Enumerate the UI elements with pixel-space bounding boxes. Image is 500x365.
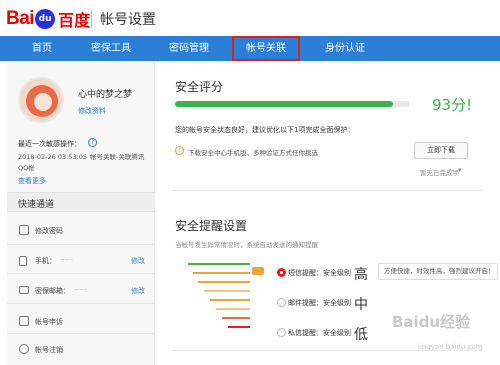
header-divider <box>91 10 92 28</box>
nav-item-security-tools[interactable]: 密保工具 <box>80 36 142 61</box>
security-progress-bar <box>175 101 409 107</box>
power-icon <box>19 344 29 354</box>
last-op-time: 2018-02-26 03:53:05 <box>18 153 88 161</box>
warning-icon: ! <box>175 146 184 155</box>
selected-level-marker <box>252 267 264 275</box>
section-divider <box>172 190 482 191</box>
quick-email-label: 密保邮箱： <box>35 287 70 295</box>
download-now-button[interactable]: 立即下载 <box>414 142 468 159</box>
page-title: 帐号设置 <box>100 12 156 28</box>
reminder-settings-subtitle: 当帐号发生异常情况时，系统自动发送的通知提醒 <box>175 241 318 249</box>
level-bar-line <box>198 281 250 283</box>
avatar[interactable] <box>18 77 64 123</box>
appeal-icon <box>19 316 29 326</box>
chevron-down-icon[interactable]: ▾ <box>458 166 462 174</box>
reminder-settings-title: 安全提醒设置 <box>175 219 248 233</box>
security-progress-fill <box>175 101 393 107</box>
quick-appeal[interactable]: 帐号申诉 <box>35 317 63 327</box>
email-reminder-radio[interactable] <box>277 298 286 307</box>
nav-item-home[interactable]: 首页 <box>12 36 72 61</box>
phone-edit-link[interactable]: 修改 <box>131 256 145 266</box>
sms-reminder-label: 短信提醒：安全级别 <box>288 269 351 277</box>
level-bar-line <box>193 272 250 274</box>
avatar-fox-face <box>34 93 52 111</box>
last-op-title: 最近一次敏感操作： <box>18 140 81 148</box>
email-reminder-label: 邮件提醒：安全级别 <box>288 299 351 307</box>
phone-icon <box>19 256 27 266</box>
paw-icon: du <box>35 9 56 29</box>
help-icon[interactable]: ? <box>88 138 97 147</box>
message-reminder-radio[interactable] <box>277 328 286 337</box>
username: 心中的梦之梦 <box>78 90 133 100</box>
quick-cancel-account[interactable]: 帐号注销 <box>35 345 63 355</box>
mail-icon <box>19 286 29 294</box>
security-score-title: 安全评分 <box>175 80 224 94</box>
quick-divider <box>7 273 155 274</box>
edit-profile-link[interactable]: 修改资料 <box>78 106 106 116</box>
quick-change-password[interactable]: 修改密码 <box>35 226 63 236</box>
watermark-logo: Baidu经验 <box>392 313 471 331</box>
level-bar-line <box>216 308 250 310</box>
security-tip: 下载安全中心手机版，多种验证方式任你挑选 <box>188 149 318 157</box>
level-bar-line <box>204 290 250 292</box>
message-reminder-label: 私信提醒：安全级别 <box>288 329 351 337</box>
logo-cn: 百度 <box>58 11 91 30</box>
level-bar-line <box>228 326 250 328</box>
last-op-action-cont: QQ帐 <box>18 164 35 172</box>
phone-masked: ··· ··· ·· <box>60 256 73 264</box>
quick-divider <box>7 333 155 334</box>
nav-item-identity[interactable]: 身份认证 <box>314 36 376 61</box>
quick-divider <box>7 303 155 304</box>
logo-latin: Bai <box>6 8 35 29</box>
quick-title: 快速通道 <box>18 200 55 210</box>
sms-reminder-radio[interactable] <box>277 268 286 277</box>
level-bar-line <box>210 299 250 301</box>
security-status-text: 您的帐号安全状态良好，建议优化以下1项完成全面保护： <box>175 126 355 134</box>
sms-reminder-tooltip: 方便快捷，时效性高，强烈建议开启！ <box>378 263 498 280</box>
nav-item-account-link[interactable]: 帐号关联 <box>232 36 300 61</box>
last-op-action: 帐号关联-关联腾讯 <box>90 153 145 161</box>
bottom-divider <box>172 350 482 351</box>
completed-items-link[interactable]: 暂无已完成项 <box>420 167 459 177</box>
level-bar-line <box>188 263 250 265</box>
quick-phone-label: 手机： <box>35 257 56 265</box>
sms-level: 高 <box>354 267 368 283</box>
baidu-logo[interactable]: Bai du 百度 <box>6 6 90 32</box>
level-bar-line <box>222 317 250 319</box>
email-edit-link[interactable]: 修改 <box>131 286 145 296</box>
lock-icon <box>19 225 29 235</box>
view-more-link[interactable]: 查看更多 <box>18 176 46 186</box>
email-masked: ··· ··· ·· <box>74 286 87 294</box>
quick-divider <box>7 244 155 245</box>
nav-item-password[interactable]: 密码管理 <box>158 36 220 61</box>
security-score: 93分! <box>432 96 473 114</box>
message-level: 低 <box>354 327 368 343</box>
email-level: 中 <box>354 297 368 313</box>
